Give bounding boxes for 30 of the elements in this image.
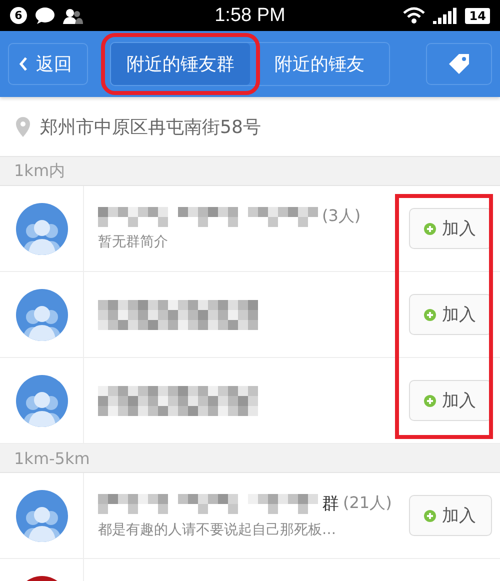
signal-icon <box>433 7 458 24</box>
notification-badge: 6 <box>10 7 27 24</box>
join-button[interactable]: 加入 <box>408 380 492 421</box>
section-title: 1km-5km <box>14 448 90 468</box>
location-pin-icon <box>16 116 30 136</box>
status-time: 1:58 PM <box>214 4 286 26</box>
plus-circle-icon <box>424 308 436 320</box>
battery-indicator: 14 <box>465 8 490 24</box>
member-count: (21人) <box>343 493 392 514</box>
nav-tab[interactable]: 附近的锤友群 <box>111 43 250 85</box>
join-button[interactable]: 加入 <box>408 294 492 335</box>
plus-circle-icon <box>424 394 436 406</box>
join-button[interactable]: 加入 <box>408 208 492 249</box>
plus-circle-icon <box>424 222 436 234</box>
section-title: 1km内 <box>14 160 66 182</box>
plus-circle-icon <box>424 510 436 522</box>
back-button[interactable]: 返回 <box>8 43 88 85</box>
group-intro: 暂无群简介 <box>98 233 169 251</box>
chat-bubble-icon <box>35 7 55 24</box>
wifi-icon <box>403 7 426 24</box>
member-count: (3人) <box>322 206 361 227</box>
group-intro: 都是有趣的人请不要说起自己那死板… <box>98 521 337 539</box>
join-button[interactable]: 加入 <box>408 495 492 536</box>
tag-icon <box>448 53 470 75</box>
tag-button[interactable] <box>426 43 492 85</box>
chevron-left-icon <box>19 57 28 71</box>
location-text: 郑州市中原区冉屯南街58号 <box>40 116 261 138</box>
contacts-icon <box>63 8 83 24</box>
group-name-end: 群 <box>322 493 339 515</box>
nav-tab[interactable]: 附近的锤友 <box>250 43 389 85</box>
